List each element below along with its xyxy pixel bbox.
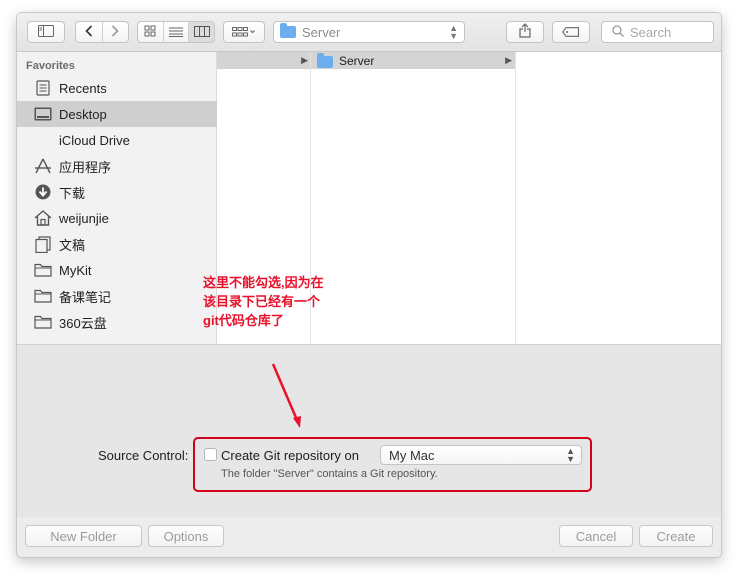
folder-icon [34,313,52,331]
icon-view-button[interactable] [138,22,164,42]
sidebar-item-label: MyKit [59,262,92,278]
disclosure-arrow-icon: ▶ [505,55,512,65]
sidebar-item-label: weijunjie [59,210,109,226]
grid-icon [144,25,156,40]
chevron-left-icon [85,24,93,40]
sidebar-item-label: 备课笔记 [59,289,112,305]
path-folder-label: Server [302,24,341,40]
sidebar-item-label: iCloud Drive [59,132,130,148]
back-forward-control [75,21,129,43]
arrange-grid-icon [232,25,256,40]
search-placeholder: Search [630,24,672,40]
chevron-right-icon [111,24,119,40]
applications-icon [34,157,52,175]
sidebar-icon [38,24,54,40]
annotation-note: 这里不能勾选,因为在 该目录下已经有一个 git代码仓库了 [203,273,343,330]
desktop-icon [34,105,52,123]
sidebar-item-label: Desktop [59,106,107,122]
sidebar-item-label: Recents [59,80,107,96]
sidebar-item-desktop[interactable]: Desktop [17,101,217,127]
share-button[interactable] [506,21,544,43]
sidebar-item-label: 应用程序 [59,159,112,175]
cancel-button[interactable]: Cancel [559,525,633,547]
annotation-line: 该目录下已经有一个 [203,294,321,309]
search-icon [612,24,624,40]
favorites-heading: Favorites [26,60,75,72]
sidebar: Favorites Recents Desktop iCloud Drive 应… [17,52,217,344]
sidebar-item-documents[interactable]: 文稿 [17,231,217,257]
annotation-line: git代码仓库了 [203,313,284,328]
sidebar-item-mykit[interactable]: MyKit [17,257,217,283]
tags-button[interactable] [552,21,590,43]
sidebar-item-icloud-drive[interactable]: iCloud Drive [17,127,217,153]
recents-icon [34,79,52,97]
forward-button[interactable] [103,22,129,42]
footer: New Folder Options Cancel Create [17,517,721,557]
list-view-button[interactable] [164,22,190,42]
columns-icon [193,25,210,40]
sidebar-item-label: 文稿 [59,237,86,253]
disclosure-arrow-icon: ▶ [301,55,308,65]
folder-icon [317,53,333,68]
search-field[interactable]: Search [601,21,714,43]
folder-icon [280,23,296,38]
new-folder-button[interactable]: New Folder [25,525,142,547]
column-view-button[interactable] [189,22,214,42]
path-popup[interactable]: Server ▲ ▼ [273,21,465,43]
updown-chevron-icon: ▲ ▼ [449,23,458,41]
documents-icon [34,235,52,253]
source-control-label: Source Control: [98,448,189,463]
options-button[interactable]: Options [148,525,224,547]
sidebar-toggle-button[interactable] [27,21,65,43]
list-icon [169,25,183,40]
column-row-server[interactable]: Server ▶ [311,52,515,69]
tag-icon [562,25,580,40]
browser-column-3 [516,52,721,344]
downloads-icon [34,183,52,201]
share-icon [519,23,531,41]
sidebar-item-360-cloud[interactable]: 360云盘 [17,309,217,335]
annotation-highlight-box [193,437,592,492]
view-mode-control [137,21,215,43]
toolbar: Server ▲ ▼ Search [17,13,721,52]
column-row-label: Server [339,53,375,68]
sidebar-item-applications[interactable]: 应用程序 [17,153,217,179]
sidebar-item-label: 下载 [59,185,86,201]
sidebar-item-home[interactable]: weijunjie [17,205,217,231]
back-button[interactable] [76,22,103,42]
sidebar-item-label: 360云盘 [59,315,107,331]
create-button[interactable]: Create [639,525,713,547]
sidebar-item-recents[interactable]: Recents [17,75,217,101]
annotation-line: 这里不能勾选,因为在 [203,275,324,290]
annotation-arrow-icon [271,363,301,428]
sidebar-item-lesson-notes[interactable]: 备课笔记 [17,283,217,309]
folder-icon [34,261,52,279]
home-icon [34,209,52,227]
folder-icon [34,287,52,305]
column-row-selected[interactable]: ▶ [217,52,310,69]
arrange-button[interactable] [223,21,265,43]
sidebar-item-downloads[interactable]: 下载 [17,179,217,205]
